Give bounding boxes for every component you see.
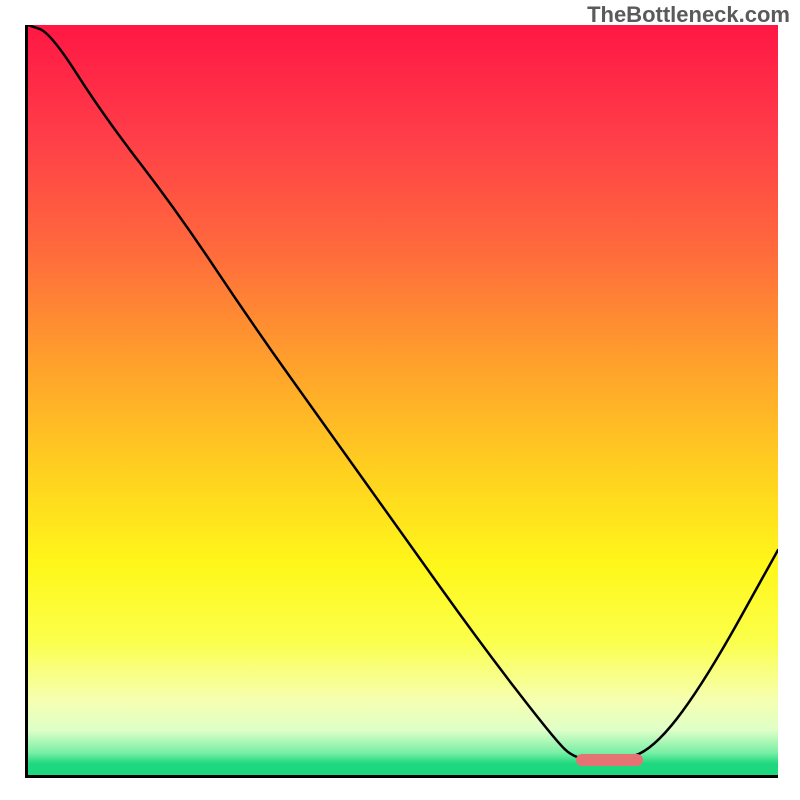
chart-container: TheBottleneck.com: [0, 0, 800, 800]
line-chart-svg: [28, 25, 778, 775]
watermark-text: TheBottleneck.com: [587, 2, 790, 28]
chart-line: [28, 25, 778, 760]
plot-area: [25, 25, 778, 778]
selected-range-marker: [576, 754, 644, 766]
